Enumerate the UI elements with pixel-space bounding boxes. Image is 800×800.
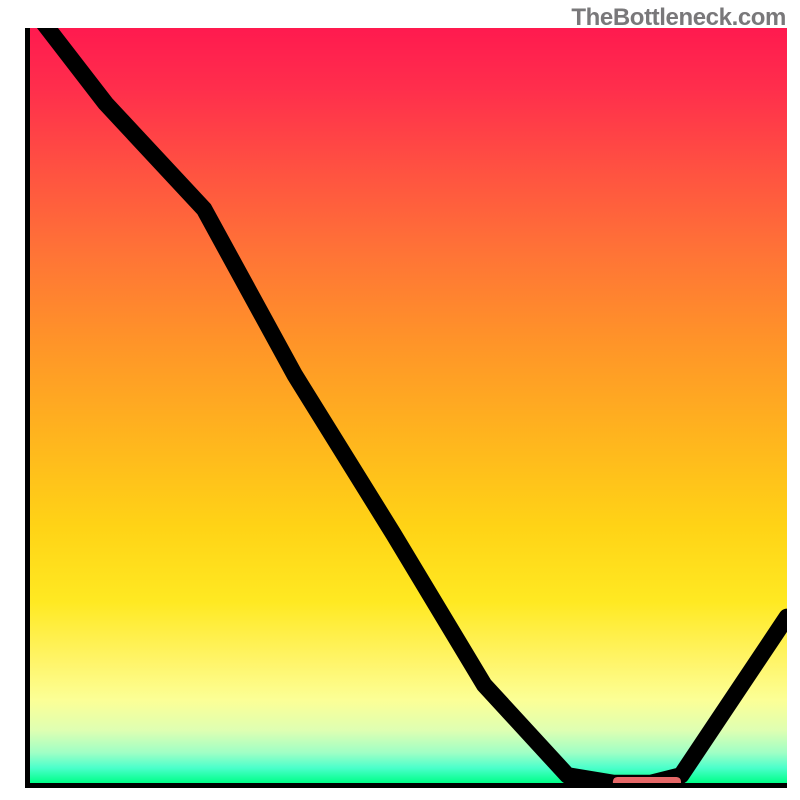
plot-area (30, 28, 787, 783)
chart-container: TheBottleneck.com (0, 0, 800, 800)
chart-svg (30, 28, 787, 783)
bottleneck-curve (30, 28, 787, 783)
optimal-range-marker (613, 777, 681, 783)
